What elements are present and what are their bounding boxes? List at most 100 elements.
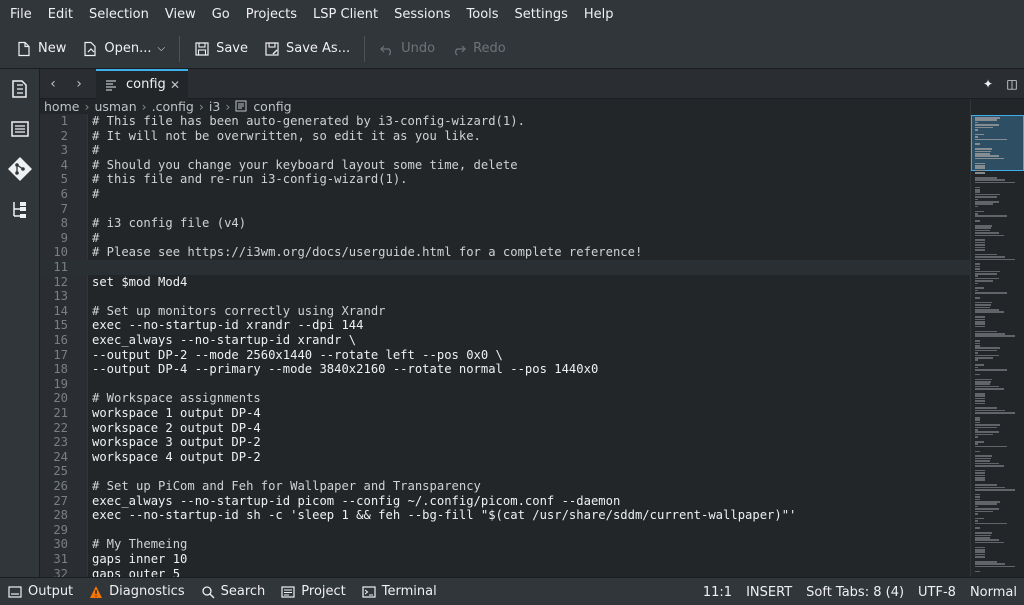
breadcrumb-item-usman[interactable]: usman [94,99,136,114]
code-line[interactable]: 28 exec --no-startup-id sh -c 'sleep 1 &&… [40,508,970,523]
code-line[interactable]: 26 # Set up PiCom and Feh for Wallpaper a… [40,479,970,494]
tab-config[interactable]: config ✕ [96,68,188,99]
line-number: 26 [53,479,68,493]
code-line[interactable]: 24 workspace 4 output DP-2 [40,450,970,465]
quick-open-icon[interactable]: ✦ [976,77,1000,91]
forward-arrow-icon[interactable]: › [66,76,92,92]
code-line[interactable]: 9 # [40,231,970,246]
back-arrow-icon[interactable]: ‹ [40,76,66,92]
breadcrumb-item-config-file[interactable]: config [253,99,291,114]
open-document-icon [84,41,96,56]
symbols-panel-button[interactable] [0,109,40,149]
search-button[interactable]: Search [193,578,274,605]
code-line[interactable]: 3 # [40,143,970,158]
project-button[interactable]: Project [273,578,353,605]
minimap-line [975,196,998,198]
input-mode[interactable]: INSERT [739,585,799,600]
chevron-down-icon[interactable]: ⌵ [157,43,165,54]
code-line[interactable]: 30 # My Themeing [40,537,970,552]
line-number: 25 [53,464,68,479]
menu-settings[interactable]: Settings [507,0,576,29]
code-line[interactable]: 8 # i3 config file (v4) [40,216,970,231]
chevron-right-icon: › [198,98,204,114]
code-line[interactable]: 31 gaps inner 10 [40,552,970,567]
code-line[interactable]: 32 gaps outer 5 [40,567,970,577]
projects-panel-button[interactable] [0,189,40,229]
menu-go[interactable]: Go [204,0,238,29]
undo-icon [380,45,392,55]
menu-projects[interactable]: Projects [238,0,305,29]
output-button[interactable]: Output [0,578,81,605]
diagnostics-button[interactable]: Diagnostics [81,578,192,605]
code-line[interactable]: 7 [40,202,970,217]
code-line[interactable]: 15 exec --no-startup-id xrandr --dpi 144 [40,318,970,333]
code-line[interactable]: 10 # Please see https://i3wm.org/docs/use… [40,245,970,260]
save-as-button[interactable]: Save As... [256,34,358,64]
code-line[interactable]: 25 [40,464,970,479]
minimap-line [975,565,1016,568]
menu-selection[interactable]: Selection [81,0,157,29]
code-line[interactable]: 6 # [40,187,970,202]
close-icon[interactable]: ✕ [170,78,180,92]
code-line[interactable]: 11 [40,260,970,275]
code-line[interactable]: 4 # Should you change your keyboard layou… [40,158,970,173]
code-line[interactable]: 21 workspace 1 output DP-4 [40,406,970,421]
status-bar-info: 11:1 INSERT Soft Tabs: 8 (4) UTF-8 Norma… [696,578,1024,605]
project-tree-icon [13,202,26,218]
menu-tools[interactable]: Tools [459,0,507,29]
menu-help[interactable]: Help [576,0,622,29]
minimap-line [975,143,981,145]
code-line[interactable]: 23 workspace 3 output DP-2 [40,435,970,450]
code-line[interactable]: 2 # It will not be overwritten, so edit i… [40,129,970,144]
line-number: 19 [53,376,68,391]
code-line[interactable]: 12 set $mod Mod4 [40,275,970,290]
code-line[interactable]: 5 # this file and re-run i3-config-wizard… [40,172,970,187]
code-line[interactable]: 29 [40,523,970,538]
line-text: # Set up PiCom and Feh for Wallpaper and… [92,479,481,493]
minimap-line [975,383,991,385]
encoding[interactable]: UTF-8 [911,585,963,600]
code-line[interactable]: 13 [40,289,970,304]
redo-button[interactable]: Redo [443,34,514,64]
indentation-setting[interactable]: Soft Tabs: 8 (4) [799,585,911,600]
code-line[interactable]: 1 # This file has been auto-generated by … [40,114,970,129]
toolbar-separator [179,35,181,62]
menu-lsp-client[interactable]: LSP Client [305,0,386,29]
line-number: 11 [53,260,68,274]
breadcrumb-item-config-dir[interactable]: .config [152,99,194,114]
undo-button[interactable]: Undo [371,34,443,64]
code-line[interactable]: 14 # Set up monitors correctly using Xran… [40,304,970,319]
menu-edit[interactable]: Edit [40,0,81,29]
line-number: 7 [60,201,68,216]
line-text: # Should you change your keyboard layout… [92,157,518,172]
minimap-line [975,546,985,549]
line-number: 2 [60,128,68,143]
minimap[interactable] [970,99,1024,577]
new-button[interactable]: New [8,34,74,64]
cursor-position[interactable]: 11:1 [696,585,739,600]
open-button[interactable]: Open... ⌵ [74,34,173,64]
save-button[interactable]: Save [186,34,256,64]
terminal-button[interactable]: Terminal [354,578,445,605]
code-editor[interactable]: 1 # This file has been auto-generated by … [40,114,970,577]
minimap-line [975,157,1004,160]
code-line[interactable]: 18 --output DP-4 --primary --mode 3840x21… [40,362,970,377]
breadcrumb-item-i3[interactable]: i3 [209,99,220,114]
menu-view[interactable]: View [157,0,204,29]
menu-file[interactable]: File [2,0,40,29]
code-line[interactable]: 27 exec_always --no-startup-id picom --co… [40,494,970,509]
breadcrumb-item-home[interactable]: home [44,99,79,114]
documents-panel-button[interactable] [0,69,40,109]
menu-sessions[interactable]: Sessions [386,0,458,29]
split-view-icon[interactable]: ◫ [1000,77,1024,91]
code-line[interactable]: 16 exec_always --no-startup-id xrandr \ [40,333,970,348]
code-line[interactable]: 20 # Workspace assignments [40,391,970,406]
minimap-line [975,563,1006,565]
highlighting-mode[interactable]: Normal [963,585,1024,600]
git-panel-button[interactable] [0,149,40,189]
code-line[interactable]: 19 [40,377,970,392]
minimap-line [975,311,1004,313]
line-number: 28 [53,508,68,523]
code-line[interactable]: 17 --output DP-2 --mode 2560x1440 --rotat… [40,348,970,363]
code-line[interactable]: 22 workspace 2 output DP-4 [40,421,970,436]
